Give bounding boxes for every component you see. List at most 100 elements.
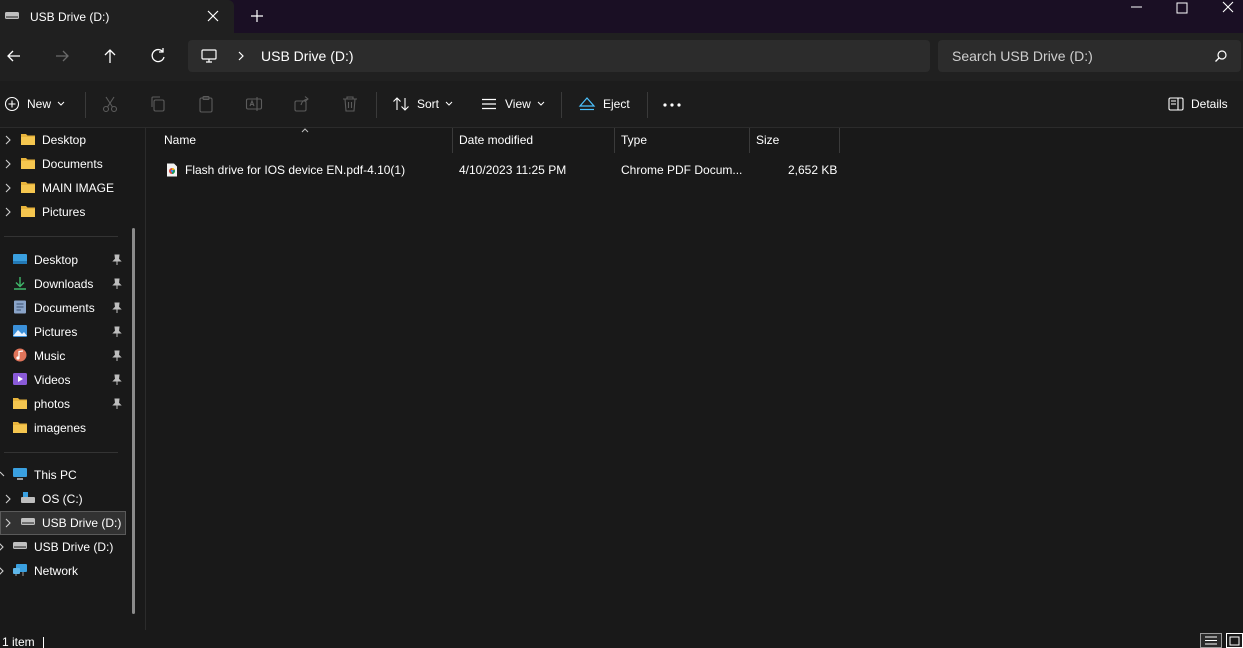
sidebar-scrollbar[interactable] <box>132 228 135 614</box>
file-list: Name Date modified Type Size Flash drive… <box>146 128 1243 630</box>
tab-usb-drive[interactable]: USB Drive (D:) <box>0 0 234 33</box>
file-name[interactable]: Flash drive for IOS device EN.pdf-4.10(1… <box>185 163 405 177</box>
search-input[interactable]: Search USB Drive (D:) <box>938 40 1241 72</box>
folder-icon <box>12 420 28 434</box>
sidebar-item-desktop[interactable]: Desktop <box>0 248 136 272</box>
sidebar-item-desktop-folder[interactable]: Desktop <box>0 128 136 152</box>
copy-icon[interactable] <box>149 95 167 113</box>
toolbar-divider <box>647 92 648 118</box>
column-divider[interactable] <box>452 128 453 153</box>
details-button[interactable]: Details <box>1168 91 1228 117</box>
sort-button[interactable]: Sort <box>392 91 453 117</box>
sidebar-item-network[interactable]: Network <box>0 559 136 583</box>
sidebar-divider <box>4 452 118 453</box>
monitor-icon[interactable] <box>201 48 217 64</box>
sidebar-item-videos[interactable]: Videos <box>0 368 136 392</box>
tab-title: USB Drive (D:) <box>30 10 110 24</box>
forward-arrow-icon[interactable] <box>52 46 72 66</box>
sidebar-item-pictures[interactable]: Pictures <box>0 320 136 344</box>
share-icon[interactable] <box>293 95 311 113</box>
rename-icon[interactable] <box>245 95 263 113</box>
pin-icon[interactable] <box>112 374 122 386</box>
column-header-date-modified[interactable]: Date modified <box>459 133 533 147</box>
window-close-icon[interactable] <box>1221 0 1235 14</box>
breadcrumb-usb-drive[interactable]: USB Drive (D:) <box>261 48 354 64</box>
navigation-pane: Desktop Documents MAIN IMAGE Pictures De… <box>0 128 146 630</box>
sort-ascending-icon <box>301 128 309 133</box>
delete-icon[interactable] <box>341 95 359 113</box>
refresh-icon[interactable] <box>148 46 168 66</box>
pin-icon[interactable] <box>112 398 122 410</box>
usb-drive-icon <box>4 11 20 21</box>
sidebar-item-usb-drive-d[interactable]: USB Drive (D:) <box>0 535 136 559</box>
column-divider[interactable] <box>839 128 840 153</box>
column-divider[interactable] <box>614 128 615 153</box>
eject-button[interactable]: Eject <box>578 91 630 117</box>
sidebar-item-pictures-folder[interactable]: Pictures <box>0 200 136 224</box>
sidebar-item-photos[interactable]: photos <box>0 392 136 416</box>
item-count: 1 item <box>2 635 35 648</box>
plus-icon[interactable] <box>249 8 265 24</box>
folder-icon <box>20 156 36 170</box>
toolbar-divider <box>376 92 377 118</box>
chevron-right-icon[interactable] <box>5 183 11 193</box>
chevron-right-icon[interactable] <box>5 207 11 217</box>
sidebar-item-label: Documents <box>42 157 103 171</box>
sidebar-item-os-c[interactable]: OS (C:) <box>0 487 136 511</box>
up-arrow-icon[interactable] <box>100 46 120 66</box>
cut-icon[interactable] <box>101 95 119 113</box>
pin-icon[interactable] <box>112 350 122 362</box>
column-divider[interactable] <box>749 128 750 153</box>
maximize-icon[interactable] <box>1175 1 1189 15</box>
file-type: Chrome PDF Docum... <box>621 163 743 177</box>
sidebar-item-label: This PC <box>34 468 77 482</box>
sidebar-item-documents[interactable]: Documents <box>0 296 136 320</box>
column-header-name[interactable]: Name <box>164 133 196 147</box>
chevron-right-icon[interactable] <box>5 135 11 145</box>
folder-icon <box>20 204 36 218</box>
view-button[interactable]: View <box>480 91 545 117</box>
back-arrow-icon[interactable] <box>4 46 24 66</box>
search-icon[interactable] <box>1214 49 1228 63</box>
eject-icon <box>578 96 596 112</box>
chevron-down-icon[interactable] <box>0 471 5 477</box>
details-view-button[interactable] <box>1200 633 1222 648</box>
column-header-type[interactable]: Type <box>621 133 647 147</box>
sidebar-item-this-pc[interactable]: This PC <box>0 463 136 487</box>
new-button[interactable]: New <box>4 91 65 117</box>
sidebar-item-imagenes[interactable]: imagenes <box>0 416 136 440</box>
address-bar[interactable]: USB Drive (D:) <box>188 40 930 72</box>
chevron-down-icon <box>445 101 453 107</box>
chevron-right-icon[interactable] <box>0 542 4 552</box>
minimize-icon[interactable] <box>1128 0 1146 14</box>
pin-icon[interactable] <box>112 302 122 314</box>
sidebar-item-downloads[interactable]: Downloads <box>0 272 136 296</box>
pin-icon[interactable] <box>112 254 122 266</box>
pc-icon <box>12 467 28 481</box>
column-header-size[interactable]: Size <box>756 133 779 147</box>
sidebar-item-label: imagenes <box>34 421 87 435</box>
sidebar-item-main-image-folder[interactable]: MAIN IMAGE <box>0 176 136 200</box>
folder-icon <box>20 180 36 194</box>
sidebar-item-label: OS (C:) <box>42 492 83 506</box>
large-icons-view-button[interactable] <box>1226 633 1243 648</box>
paste-icon[interactable] <box>197 95 215 113</box>
pin-icon[interactable] <box>112 278 122 290</box>
file-size: 2,652 KB <box>788 163 838 177</box>
sidebar-item-label: Pictures <box>42 205 86 219</box>
pin-icon[interactable] <box>112 326 122 338</box>
address-row: USB Drive (D:) Search USB Drive (D:) <box>0 33 1243 81</box>
sidebar-item-documents-folder[interactable]: Documents <box>0 152 136 176</box>
sidebar-item-music[interactable]: Music <box>0 344 136 368</box>
sort-label: Sort <box>417 97 440 111</box>
sidebar-item-usb-drive-d-selected[interactable]: USB Drive (D:) <box>0 511 136 535</box>
drive-icon <box>20 491 36 505</box>
close-icon[interactable] <box>205 8 221 24</box>
chevron-right-icon[interactable] <box>5 159 11 169</box>
chevron-right-icon[interactable] <box>5 494 11 504</box>
sidebar-item-label: Music <box>34 349 66 363</box>
chevron-right-icon[interactable] <box>5 518 11 528</box>
more-options-icon[interactable] <box>662 102 682 108</box>
chevron-right-icon[interactable] <box>236 50 246 62</box>
chevron-right-icon[interactable] <box>0 566 4 576</box>
